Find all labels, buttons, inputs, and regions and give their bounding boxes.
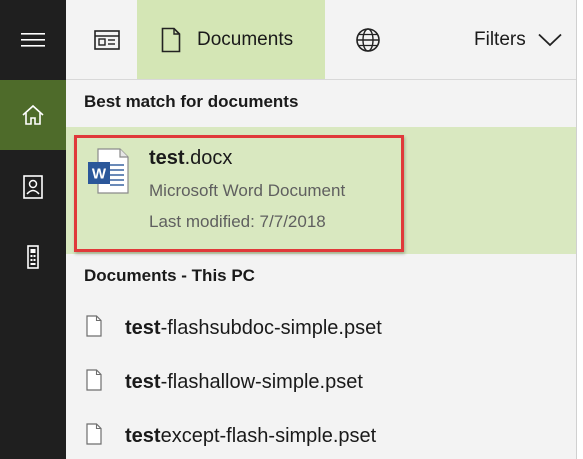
- home-icon: [22, 104, 44, 125]
- home-button[interactable]: [0, 80, 66, 150]
- background-window-edge: [576, 0, 583, 459]
- highlight-box: [74, 135, 404, 252]
- search-results-panel: Documents Filters Best match for documen…: [66, 0, 576, 459]
- file-icon: [86, 369, 102, 391]
- tab-web[interactable]: [342, 0, 394, 79]
- tab-documents[interactable]: Documents: [137, 0, 325, 79]
- search-scope-bar: Documents Filters: [66, 0, 576, 80]
- notebook-icon: [23, 175, 43, 199]
- chevron-down-icon: [538, 33, 562, 46]
- tab-documents-label: Documents: [197, 28, 294, 50]
- file-name-match: test: [125, 316, 161, 339]
- tab-all[interactable]: [82, 0, 132, 79]
- device-button[interactable]: [0, 225, 66, 289]
- file-icon: [86, 423, 102, 445]
- globe-icon: [356, 27, 380, 52]
- left-rail: [0, 0, 66, 459]
- notebook-button[interactable]: [0, 155, 66, 219]
- file-name-match: test: [125, 370, 161, 393]
- file-name-rest: -flashallow-simple.pset: [160, 370, 363, 393]
- best-match-header: Best match for documents: [84, 92, 299, 111]
- file-name-rest: except-flash-simple.pset: [160, 424, 377, 447]
- file-name-rest: -flashsubdoc-simple.pset: [160, 316, 382, 339]
- file-name-match: test: [125, 424, 161, 447]
- this-pc-header: Documents - This PC: [84, 266, 255, 285]
- file-name: test-flashallow-simple.pset: [125, 371, 363, 394]
- list-item[interactable]: test-flashsubdoc-simple.pset: [66, 301, 576, 355]
- document-icon: [161, 27, 181, 52]
- filters-label: Filters: [474, 28, 526, 50]
- list-item[interactable]: test-flashallow-simple.pset: [66, 355, 576, 409]
- hamburger-menu-icon: [21, 33, 45, 47]
- best-match-result[interactable]: W test.docx Microsoft Word Document Last…: [66, 127, 576, 254]
- hamburger-menu-button[interactable]: [0, 0, 66, 80]
- all-results-icon: [94, 29, 120, 50]
- device-icon: [27, 245, 39, 269]
- list-item[interactable]: testexcept-flash-simple.pset: [66, 409, 576, 459]
- file-icon: [86, 315, 102, 337]
- file-name: testexcept-flash-simple.pset: [125, 425, 376, 448]
- filters-dropdown[interactable]: Filters: [458, 0, 576, 79]
- file-name: test-flashsubdoc-simple.pset: [125, 317, 382, 340]
